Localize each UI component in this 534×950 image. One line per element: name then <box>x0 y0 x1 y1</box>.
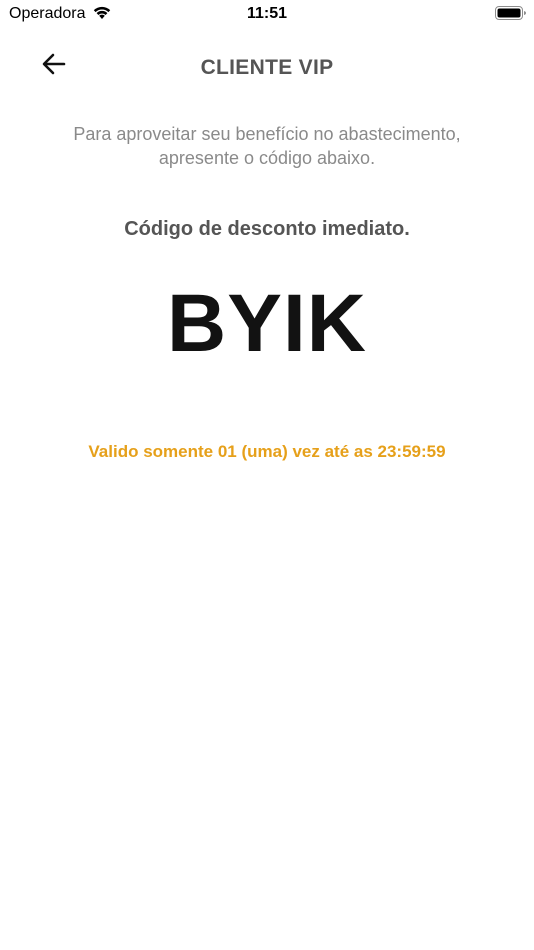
page-title: CLIENTE VIP <box>200 56 334 79</box>
instructions-text: Para aproveitar seu benefício no abastec… <box>30 122 504 170</box>
code-heading: Código de desconto imediato. <box>124 218 410 240</box>
instructions-line-1: Para aproveitar seu benefício no abastec… <box>73 124 461 144</box>
instructions-line-2: apresente o código abaixo. <box>158 148 376 168</box>
battery-icon <box>495 6 527 21</box>
validity-note: Valido somente 01 (uma) vez até as 23:59… <box>88 442 446 461</box>
discount-code: BYIK <box>167 278 367 369</box>
clock: 11:51 <box>246 5 288 22</box>
status-bar: Operadora 11:51 <box>0 0 534 30</box>
